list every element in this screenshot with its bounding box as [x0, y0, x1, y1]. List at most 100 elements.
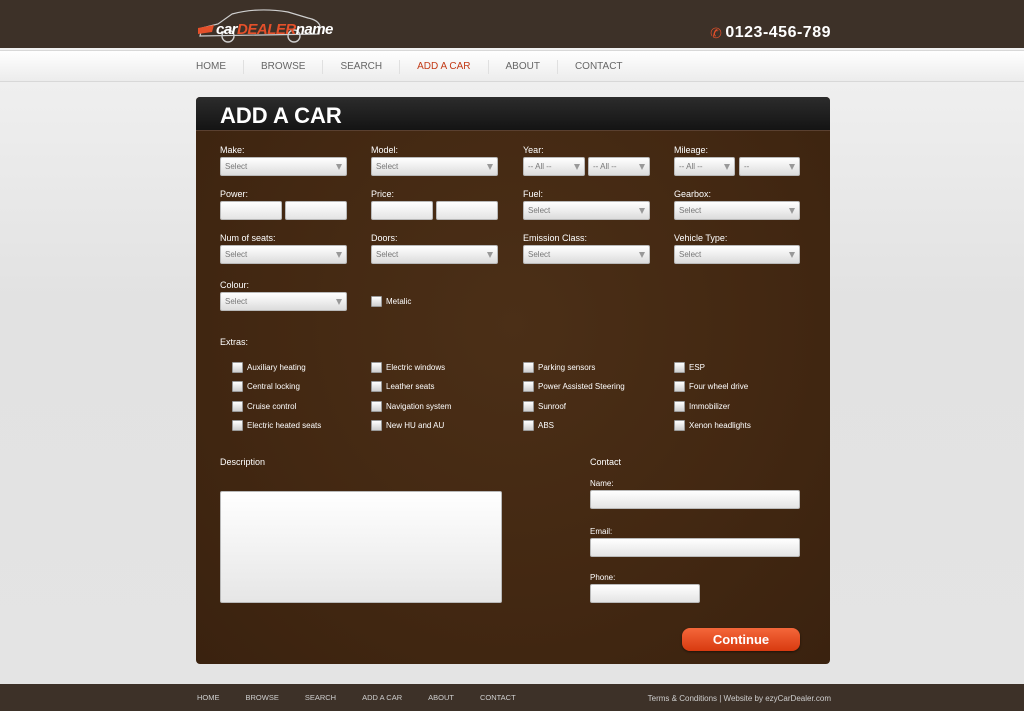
- gearbox-select-value: Select: [679, 206, 702, 215]
- fuel-select-value: Select: [528, 206, 551, 215]
- footer-credits: Terms & Conditions | Website by ezyCarDe…: [648, 694, 831, 703]
- model-select[interactable]: Select: [371, 157, 498, 176]
- footer-nav-contact[interactable]: CONTACT: [480, 693, 516, 702]
- gearbox-select[interactable]: Select: [674, 201, 800, 220]
- nav-add-a-car[interactable]: ADD A CAR: [399, 60, 487, 74]
- extra-central-locking-checkbox[interactable]: [232, 381, 243, 392]
- vehicle-type-label: Vehicle Type:: [674, 233, 728, 243]
- make-select[interactable]: Select: [220, 157, 347, 176]
- page-title: ADD A CAR: [220, 103, 342, 128]
- footer-nav-browse[interactable]: BROWSE: [246, 693, 279, 702]
- footer-nav-search[interactable]: SEARCH: [305, 693, 336, 702]
- continue-button[interactable]: Continue: [682, 628, 800, 651]
- footer-nav-home[interactable]: HOME: [197, 693, 220, 702]
- phone-text: 0123-456-789: [725, 24, 831, 41]
- terms-link[interactable]: Terms & Conditions: [648, 694, 717, 703]
- extra-immobilizer-label: Immobilizer: [689, 402, 730, 411]
- nav-search[interactable]: SEARCH: [322, 60, 399, 74]
- extra-electric-windows-checkbox[interactable]: [371, 362, 382, 373]
- chevron-down-icon: [336, 252, 342, 258]
- logo-text: carDEALERname: [216, 21, 333, 38]
- extra-immobilizer-checkbox[interactable]: [674, 401, 685, 412]
- contact-email-input[interactable]: [590, 538, 800, 557]
- year-label: Year:: [523, 145, 544, 155]
- mileage-to-select[interactable]: --: [739, 157, 800, 176]
- extra-four-wheel-drive-checkbox[interactable]: [674, 381, 685, 392]
- price-from-input[interactable]: [371, 201, 433, 220]
- extra-cruise-control-checkbox[interactable]: [232, 401, 243, 412]
- extra-sunroof-checkbox[interactable]: [523, 401, 534, 412]
- power-to-input[interactable]: [285, 201, 347, 220]
- emission-select-value: Select: [528, 250, 551, 259]
- footer-nav-about[interactable]: ABOUT: [428, 693, 454, 702]
- extra-electric-windows-label: Electric windows: [386, 363, 446, 372]
- extra-power-steering-checkbox[interactable]: [523, 381, 534, 392]
- seats-label: Num of seats:: [220, 233, 276, 243]
- year-from-select[interactable]: -- All --: [523, 157, 585, 176]
- nav-contact[interactable]: CONTACT: [556, 60, 640, 74]
- extra-abs-checkbox[interactable]: [523, 420, 534, 431]
- nav-browse[interactable]: BROWSE: [243, 60, 322, 74]
- chevron-down-icon: [789, 208, 795, 214]
- contact-name-label: Name:: [590, 479, 614, 488]
- extra-leather-seats-label: Leather seats: [386, 382, 435, 391]
- gearbox-label: Gearbox:: [674, 189, 712, 199]
- chevron-down-icon: [336, 299, 342, 305]
- extra-xenon-headlights-checkbox[interactable]: [674, 420, 685, 431]
- chevron-down-icon: [574, 164, 580, 170]
- contact-phone-input[interactable]: [590, 584, 700, 603]
- seats-select[interactable]: Select: [220, 245, 347, 264]
- fuel-label: Fuel:: [523, 189, 544, 199]
- phone-number: ✆ 0123-456-789: [710, 24, 831, 42]
- emission-label: Emission Class:: [523, 233, 588, 243]
- mileage-from-select[interactable]: -- All --: [674, 157, 735, 176]
- vehicle-type-select-value: Select: [679, 250, 702, 259]
- chevron-down-icon: [789, 252, 795, 258]
- description-textarea[interactable]: [220, 491, 502, 603]
- extra-navigation-system-label: Navigation system: [386, 402, 452, 411]
- extra-new-hu-au-checkbox[interactable]: [371, 420, 382, 431]
- footer-nav: HOME BROWSE SEARCH ADD A CAR ABOUT CONTA…: [197, 684, 542, 711]
- extra-four-wheel-drive-label: Four wheel drive: [689, 382, 749, 391]
- metalic-checkbox[interactable]: [371, 296, 382, 307]
- fuel-select[interactable]: Select: [523, 201, 650, 220]
- chevron-down-icon: [724, 164, 730, 170]
- phone-icon: ✆: [710, 24, 723, 41]
- power-label: Power:: [220, 189, 249, 199]
- extra-navigation-system-checkbox[interactable]: [371, 401, 382, 412]
- extra-esp-checkbox[interactable]: [674, 362, 685, 373]
- chevron-down-icon: [639, 164, 645, 170]
- power-from-input[interactable]: [220, 201, 282, 220]
- doors-select[interactable]: Select: [371, 245, 498, 264]
- make-select-value: Select: [225, 162, 248, 171]
- year-to-value: -- All --: [593, 162, 617, 171]
- extra-abs-label: ABS: [538, 421, 555, 430]
- contact-email-label: Email:: [590, 527, 613, 536]
- year-from-value: -- All --: [528, 162, 552, 171]
- price-to-input[interactable]: [436, 201, 498, 220]
- chevron-down-icon: [487, 164, 493, 170]
- extra-auxiliary-heating-label: Auxiliary heating: [247, 363, 306, 372]
- colour-label: Colour:: [220, 280, 250, 290]
- colour-select[interactable]: Select: [220, 292, 347, 311]
- extra-leather-seats-checkbox[interactable]: [371, 381, 382, 392]
- nav-about[interactable]: ABOUT: [487, 60, 557, 74]
- extra-auxiliary-heating-checkbox[interactable]: [232, 362, 243, 373]
- mileage-from-value: -- All --: [679, 162, 703, 171]
- metalic-label: Metalic: [386, 297, 412, 306]
- extra-new-hu-au-label: New HU and AU: [386, 421, 445, 430]
- extra-parking-sensors-checkbox[interactable]: [523, 362, 534, 373]
- extra-electric-heated-seats-checkbox[interactable]: [232, 420, 243, 431]
- vehicle-type-select[interactable]: Select: [674, 245, 800, 264]
- extra-electric-heated-seats-label: Electric heated seats: [247, 421, 322, 430]
- credit-link[interactable]: Website by ezyCarDealer.com: [724, 694, 831, 703]
- footer-nav-add-a-car[interactable]: ADD A CAR: [362, 693, 402, 702]
- year-to-select[interactable]: -- All --: [588, 157, 650, 176]
- extra-cruise-control-label: Cruise control: [247, 402, 297, 411]
- site-logo[interactable]: carDEALERname: [198, 8, 333, 44]
- chevron-down-icon: [487, 252, 493, 258]
- nav-home[interactable]: HOME: [196, 60, 243, 74]
- add-car-panel: ADD A CAR Make: Select Model: Select Yea…: [196, 97, 830, 664]
- emission-select[interactable]: Select: [523, 245, 650, 264]
- contact-name-input[interactable]: [590, 490, 800, 509]
